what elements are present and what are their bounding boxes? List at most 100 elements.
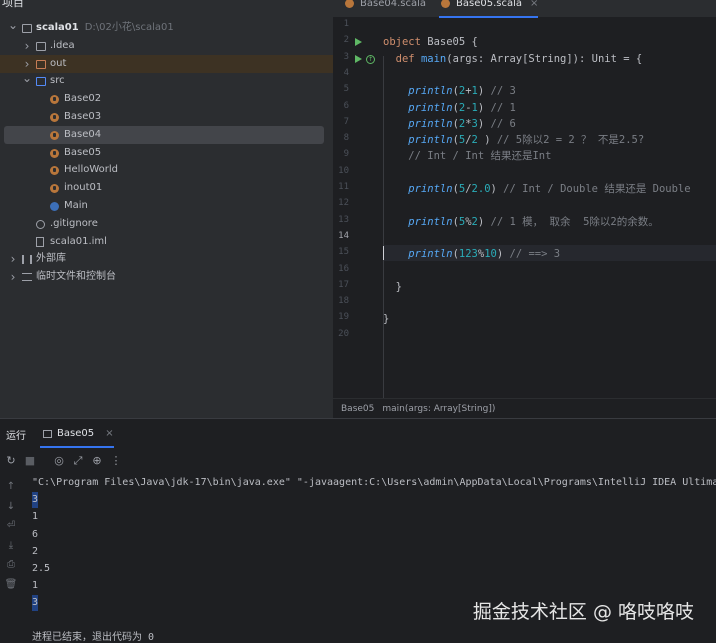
- line-number: 17: [338, 279, 349, 290]
- console-line: 2: [32, 545, 39, 557]
- down-arrow-icon[interactable]: ↓: [4, 501, 18, 512]
- camera-icon[interactable]: ◎: [52, 454, 66, 467]
- scala-object-icon: [50, 202, 59, 211]
- breadcrumb: Base05 main(args: Array[String]): [333, 398, 716, 419]
- trash-icon[interactable]: 🗑: [4, 579, 18, 590]
- code-line: println(5/2.0) // Int / Double 结果还是 Doub…: [408, 183, 691, 195]
- editor-gutter: 1 2 3 4 5 6 7 8 9 10 11 12 13 14 15 16 17 18 19 20 ↑: [333, 17, 381, 398]
- line-number: 9: [343, 149, 349, 160]
- up-arrow-icon[interactable]: ↑: [4, 481, 18, 492]
- line-number: 13: [338, 214, 349, 225]
- line-number: 18: [338, 296, 349, 307]
- tree-item-scala01iml[interactable]: scala01.iml: [0, 233, 333, 251]
- soft-wrap-icon[interactable]: ⏎: [4, 520, 18, 531]
- scala-file-icon: [50, 148, 59, 158]
- tree-item-out[interactable]: › out: [0, 54, 333, 73]
- code-line: }: [383, 313, 390, 326]
- scala-file-icon: [50, 113, 59, 122]
- tree-item-label: Main: [64, 200, 88, 211]
- console-line: 进程已结束，退出代码为 0: [32, 631, 155, 643]
- iml-file-icon: [36, 236, 44, 247]
- run-panel-title: 运行: [6, 431, 26, 442]
- run-toolbar: ↻ ■ ◎ ⤢ ⊕ ⋮: [0, 451, 716, 473]
- tree-item-main[interactable]: Main: [0, 197, 333, 215]
- close-icon[interactable]: ×: [105, 428, 113, 439]
- console-line: 1: [32, 580, 39, 592]
- tree-item-idea[interactable]: › .idea: [0, 37, 333, 55]
- tree-item-scala01[interactable]: ⌄ scala01 D:\02小花\scala01: [0, 16, 333, 37]
- tree-item-label: Base03: [64, 111, 102, 122]
- scala-file-icon: [441, 0, 450, 8]
- run-panel: 运行 Base05 × ↻ ■ ◎ ⤢ ⊕ ⋮ ↑ ↓ ⏎ ⤓ ⎙ 🗑 "C:\Program Fi…: [0, 418, 716, 643]
- scala-file-icon: [345, 0, 354, 8]
- code-editor: Base04.scala Base05.scala × 1 2 3 4 5 6 7 8 9 10 11 1…: [333, 0, 716, 419]
- tree-item-src[interactable]: ⌄ src: [0, 69, 333, 90]
- chevron-down-icon[interactable]: ⌄: [8, 16, 18, 34]
- implements-marker-icon[interactable]: ↑: [366, 54, 375, 64]
- run-gutter-icon[interactable]: [355, 38, 362, 47]
- line-number: 16: [338, 263, 349, 274]
- chevron-right-icon[interactable]: ›: [8, 268, 18, 286]
- folder-icon: [22, 24, 32, 33]
- scroll-to-end-icon[interactable]: ⤓: [4, 540, 18, 551]
- line-number: 19: [338, 312, 349, 323]
- tree-item-inout01[interactable]: inout01: [0, 179, 333, 197]
- breadcrumb-item[interactable]: Base05: [341, 404, 374, 414]
- line-number: 5: [343, 84, 349, 95]
- tree-item-label: 临时文件和控制台: [36, 271, 116, 283]
- chevron-right-icon[interactable]: ›: [8, 250, 18, 268]
- project-panel-title: 项目: [2, 0, 24, 9]
- run-tab-label: Base05: [57, 428, 95, 439]
- run-config-icon: [43, 430, 52, 438]
- console-line: "C:\Program Files\Java\jdk-17\bin\java.e…: [32, 477, 716, 488]
- console-line: 1: [32, 511, 39, 523]
- tree-item-base03[interactable]: Base03: [0, 108, 333, 126]
- tree-item-label: inout01: [64, 182, 103, 194]
- chevron-down-icon[interactable]: ⌄: [22, 69, 32, 87]
- print-icon[interactable]: ⎙: [4, 559, 18, 570]
- scala-file-icon: [50, 184, 59, 194]
- tree-item-helloworld[interactable]: HelloWorld: [0, 161, 333, 179]
- run-gutter-icon[interactable]: [355, 54, 362, 63]
- line-number: 8: [343, 133, 349, 144]
- run-tab-base05[interactable]: Base05 ×: [40, 422, 114, 448]
- run-side-toolbar: ↑ ↓ ⏎ ⤓ ⎙ 🗑: [0, 477, 22, 627]
- chevron-right-icon[interactable]: ›: [22, 37, 32, 55]
- editor-tab-base04-scala[interactable]: Base04.scala: [343, 0, 426, 16]
- console-line: 3: [32, 492, 39, 509]
- editor-tab-bar: Base04.scala Base05.scala ×: [333, 0, 716, 18]
- code-line: def main(args: Array[String]): Unit = {: [395, 52, 643, 65]
- tree-item-base02[interactable]: Base02: [0, 90, 333, 108]
- stop-icon[interactable]: ■: [23, 454, 37, 467]
- project-panel: 项目 ⌄ scala01 D:\02小花\scala01 › .idea › out ⌄ src…: [0, 0, 333, 418]
- editor-tab-base05-scala[interactable]: Base05.scala ×: [439, 0, 539, 18]
- line-number: 6: [343, 100, 349, 111]
- tree-item-外部库[interactable]: › 外部库: [0, 250, 333, 268]
- code-line: // Int / Int 结果还是Int: [408, 150, 552, 163]
- tree-item-label: scala01 D:\02小花\scala01: [36, 22, 174, 33]
- scala-file-icon: [50, 130, 59, 140]
- library-icon: [22, 255, 32, 265]
- breadcrumb-item[interactable]: main(args: Array[String]): [382, 404, 495, 414]
- tree-item-base05[interactable]: Base05: [0, 144, 333, 162]
- folder-icon: [36, 41, 46, 51]
- tree-item-base04[interactable]: Base04: [4, 125, 324, 144]
- restore-layout-icon[interactable]: ⤢: [71, 454, 85, 468]
- rerun-icon[interactable]: ↻: [4, 454, 18, 467]
- pin-icon[interactable]: ⊕: [90, 454, 104, 467]
- tree-item-gitignore[interactable]: .gitignore: [0, 215, 333, 233]
- code-area[interactable]: object Base05 { def main(args: Array[Str…: [383, 17, 716, 398]
- code-line: }: [383, 280, 402, 293]
- tree-item-label: HelloWorld: [64, 164, 119, 176]
- tree-item-临时文件和控制台[interactable]: › 临时文件和控制台: [0, 268, 333, 286]
- scratch-icon: [22, 273, 32, 282]
- run-panel-header: 运行 Base05 ×: [0, 419, 716, 448]
- more-icon[interactable]: ⋮: [109, 454, 123, 467]
- line-number: 2: [343, 35, 349, 46]
- code-line: println(2-1) // 1: [408, 101, 516, 114]
- tree-item-label: .idea: [50, 39, 75, 51]
- line-number: 1: [343, 19, 349, 29]
- close-icon[interactable]: ×: [530, 0, 538, 9]
- line-number: 7: [343, 116, 349, 127]
- code-line: println(5/2 ) // 5除以2 = 2 ？ 不是2.5?: [408, 134, 645, 147]
